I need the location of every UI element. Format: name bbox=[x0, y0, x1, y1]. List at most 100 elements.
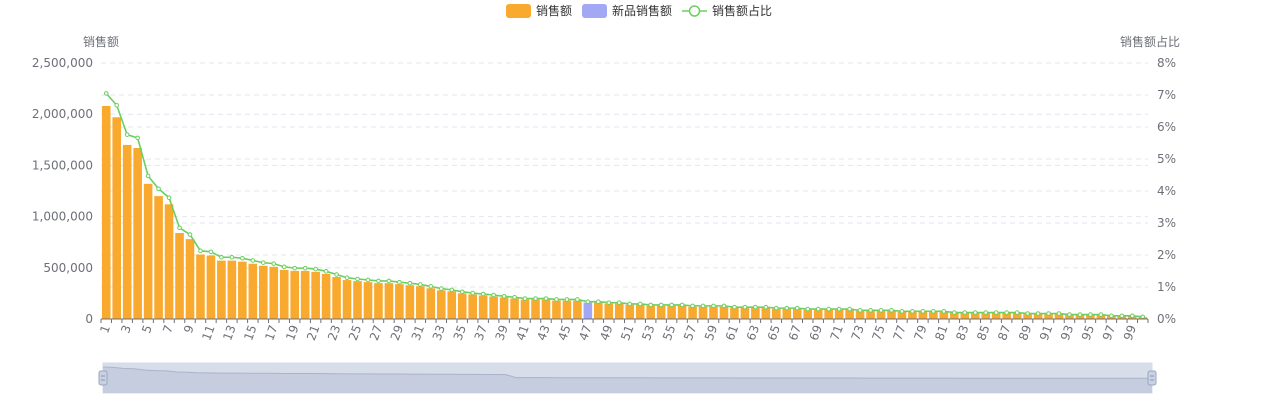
bar[interactable] bbox=[646, 305, 655, 319]
legend-label[interactable]: 销售额 bbox=[536, 3, 572, 18]
bar[interactable] bbox=[101, 106, 111, 319]
line-point[interactable] bbox=[1025, 311, 1030, 316]
line-point[interactable] bbox=[418, 282, 423, 287]
line-point[interactable] bbox=[815, 306, 821, 312]
bar[interactable] bbox=[489, 296, 498, 319]
bar[interactable] bbox=[426, 288, 436, 319]
bar[interactable] bbox=[196, 254, 205, 319]
bar[interactable] bbox=[175, 232, 184, 319]
line-point[interactable] bbox=[334, 272, 339, 277]
line-point[interactable] bbox=[648, 302, 653, 308]
line-point[interactable] bbox=[1119, 313, 1125, 319]
line-point[interactable] bbox=[972, 310, 978, 315]
line-point[interactable] bbox=[1035, 311, 1041, 316]
bar[interactable] bbox=[279, 269, 289, 319]
line-point[interactable] bbox=[124, 132, 130, 137]
line-point[interactable] bbox=[533, 296, 538, 301]
line-point[interactable] bbox=[711, 303, 716, 309]
line-point[interactable] bbox=[732, 304, 737, 310]
line-point[interactable] bbox=[219, 254, 224, 260]
bar[interactable] bbox=[625, 304, 635, 319]
bar[interactable] bbox=[248, 263, 258, 319]
line-point[interactable] bbox=[836, 306, 842, 312]
bar[interactable] bbox=[510, 298, 519, 319]
line-point[interactable] bbox=[868, 308, 873, 313]
bar[interactable] bbox=[227, 260, 237, 319]
line-point[interactable] bbox=[1056, 311, 1062, 316]
bar[interactable] bbox=[321, 273, 331, 319]
line-point[interactable] bbox=[302, 265, 308, 271]
line-point[interactable] bbox=[826, 306, 831, 312]
line-point[interactable] bbox=[774, 305, 779, 311]
line-point[interactable] bbox=[931, 309, 936, 314]
bar[interactable] bbox=[290, 270, 299, 319]
bar[interactable] bbox=[122, 144, 132, 319]
bar[interactable] bbox=[594, 302, 603, 319]
bar[interactable] bbox=[363, 282, 373, 319]
bar[interactable] bbox=[573, 300, 582, 319]
line-point[interactable] bbox=[491, 292, 496, 298]
line-point[interactable] bbox=[114, 102, 119, 108]
line-point[interactable] bbox=[470, 290, 475, 296]
bar[interactable] bbox=[185, 239, 195, 319]
line-point[interactable] bbox=[166, 195, 172, 201]
line-point[interactable] bbox=[1109, 313, 1114, 319]
bar[interactable] bbox=[688, 306, 697, 319]
line-point[interactable] bbox=[564, 297, 570, 302]
line-point[interactable] bbox=[449, 287, 455, 293]
bar[interactable] bbox=[562, 300, 572, 319]
line-point[interactable] bbox=[753, 304, 758, 310]
bar[interactable] bbox=[457, 293, 467, 319]
bar[interactable] bbox=[206, 255, 216, 319]
line-point[interactable] bbox=[1088, 312, 1093, 317]
line-point[interactable] bbox=[281, 264, 287, 270]
line-point[interactable] bbox=[690, 303, 695, 309]
line-point[interactable] bbox=[554, 297, 559, 302]
line-point[interactable] bbox=[208, 249, 214, 255]
line-point[interactable] bbox=[1004, 310, 1009, 315]
legend-label[interactable]: 新品销售额 bbox=[612, 3, 672, 18]
bar[interactable] bbox=[300, 270, 310, 319]
line-point[interactable] bbox=[637, 301, 643, 307]
bar[interactable] bbox=[154, 196, 163, 319]
line-point[interactable] bbox=[512, 294, 517, 300]
bar[interactable] bbox=[709, 306, 718, 319]
bar[interactable] bbox=[311, 271, 320, 319]
line-point[interactable] bbox=[522, 296, 528, 301]
bar[interactable] bbox=[436, 290, 446, 319]
line-point[interactable] bbox=[952, 310, 957, 315]
line-point[interactable] bbox=[805, 306, 811, 312]
line-point[interactable] bbox=[344, 275, 350, 281]
line-point[interactable] bbox=[941, 309, 947, 314]
line-point[interactable] bbox=[177, 225, 182, 231]
bar[interactable] bbox=[164, 204, 174, 319]
line-point[interactable] bbox=[1014, 310, 1020, 315]
bar[interactable] bbox=[635, 304, 645, 319]
bar[interactable] bbox=[269, 266, 279, 319]
line-point[interactable] bbox=[459, 289, 465, 295]
line-point[interactable] bbox=[596, 299, 601, 305]
bar[interactable] bbox=[468, 294, 477, 319]
line-point[interactable] bbox=[575, 297, 580, 302]
bar[interactable] bbox=[217, 260, 226, 319]
bar[interactable] bbox=[395, 284, 404, 319]
line-point[interactable] bbox=[679, 302, 685, 308]
legend-label[interactable]: 销售额占比 bbox=[712, 3, 772, 18]
line-point[interactable] bbox=[606, 300, 612, 305]
bar[interactable] bbox=[541, 299, 551, 319]
line-point[interactable] bbox=[187, 232, 193, 237]
line-point[interactable] bbox=[742, 304, 748, 310]
line-point[interactable] bbox=[271, 261, 277, 266]
line-point[interactable] bbox=[763, 304, 769, 310]
line-point[interactable] bbox=[847, 306, 852, 312]
line-point[interactable] bbox=[407, 280, 413, 286]
line-point[interactable] bbox=[616, 300, 622, 305]
bar[interactable] bbox=[614, 303, 624, 319]
bar[interactable] bbox=[698, 306, 708, 319]
line-point[interactable] bbox=[501, 293, 507, 299]
bar[interactable] bbox=[719, 306, 729, 319]
line-point[interactable] bbox=[480, 291, 486, 297]
bar[interactable] bbox=[143, 183, 153, 319]
line-point[interactable] bbox=[627, 301, 633, 307]
line-point[interactable] bbox=[260, 260, 266, 265]
